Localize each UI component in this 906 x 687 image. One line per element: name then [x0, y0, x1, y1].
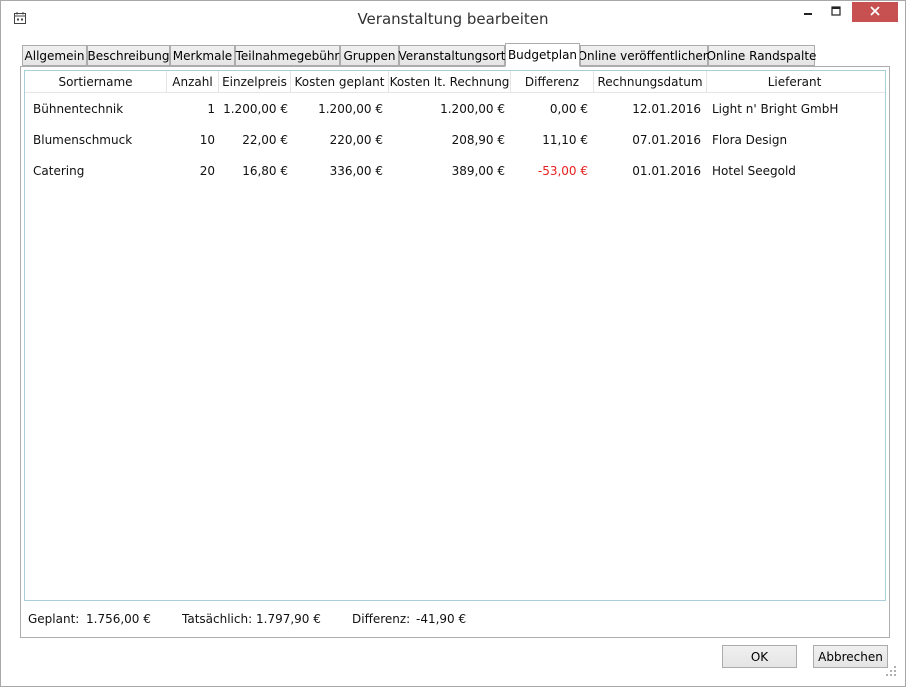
cell-lieferant: Flora Design: [712, 133, 788, 147]
cell-rechnungsdatum: 01.01.2016: [632, 164, 701, 178]
cell-sortiername: Blumenschmuck: [33, 133, 133, 147]
minimize-button[interactable]: [794, 2, 822, 22]
maximize-button[interactable]: [822, 2, 850, 22]
cell-differenz: -53,00 €: [537, 164, 588, 178]
geplant-label: Geplant:: [28, 612, 80, 626]
table-row[interactable]: Catering 20 16,80 € 336,00 € 389,00 € -5…: [25, 156, 885, 187]
resize-grip-icon[interactable]: [883, 663, 897, 677]
column-header-kosten-geplant[interactable]: Kosten geplant: [291, 71, 389, 93]
cell-lieferant: Light n' Bright GmbH: [712, 102, 839, 116]
column-header-rechnungsdatum[interactable]: Rechnungsdatum: [594, 71, 707, 93]
cell-kosten-rechnung: 1.200,00 €: [440, 102, 505, 116]
budget-summary: Geplant: 1.756,00 € Tatsächlich: 1.797,9…: [21, 612, 889, 630]
cell-sortiername: Catering: [33, 164, 85, 178]
cell-rechnungsdatum: 07.01.2016: [632, 133, 701, 147]
budgetplan-panel: Sortiername Anzahl Einzelpreis Kosten ge…: [20, 66, 890, 638]
cell-kosten-geplant: 220,00 €: [329, 133, 383, 147]
tab-merkmale[interactable]: Merkmale: [170, 45, 235, 66]
column-header-differenz[interactable]: Differenz: [511, 71, 594, 93]
column-header-sortiername[interactable]: Sortiername: [25, 71, 167, 93]
close-button[interactable]: [852, 2, 898, 22]
column-header-anzahl[interactable]: Anzahl: [167, 71, 219, 93]
tab-online-veroeffentlichen[interactable]: Online veröffentlichen: [578, 45, 710, 66]
cell-differenz: 0,00 €: [549, 102, 588, 116]
ok-button[interactable]: OK: [722, 645, 797, 668]
tatsaechlich-value: 1.797,90 €: [256, 612, 321, 626]
cancel-button[interactable]: Abbrechen: [813, 645, 888, 668]
close-icon: [870, 5, 880, 19]
tab-budgetplan[interactable]: Budgetplan: [505, 43, 580, 67]
window-title: Veranstaltung bearbeiten: [357, 10, 549, 28]
column-header-einzelpreis[interactable]: Einzelpreis: [219, 71, 291, 93]
tab-teilnahmegebuehr[interactable]: Teilnahmegebühr: [235, 45, 340, 66]
dialog-window: Veranstaltung bearbeiten Allgemein Besch…: [0, 0, 906, 687]
cell-einzelpreis: 22,00 €: [242, 133, 288, 147]
cell-sortiername: Bühnentechnik: [33, 102, 124, 116]
cell-einzelpreis: 1.200,00 €: [223, 102, 288, 116]
tab-veranstaltungsort[interactable]: Veranstaltungsort: [399, 45, 505, 66]
table-row[interactable]: Blumenschmuck 10 22,00 € 220,00 € 208,90…: [25, 125, 885, 156]
title-bar[interactable]: Veranstaltung bearbeiten: [1, 1, 905, 37]
grid-header: Sortiername Anzahl Einzelpreis Kosten ge…: [25, 71, 885, 93]
cell-kosten-geplant: 1.200,00 €: [318, 102, 383, 116]
cell-rechnungsdatum: 12.01.2016: [632, 102, 701, 116]
cell-kosten-rechnung: 389,00 €: [451, 164, 505, 178]
cell-kosten-geplant: 336,00 €: [329, 164, 383, 178]
cell-einzelpreis: 16,80 €: [242, 164, 288, 178]
tab-beschreibung[interactable]: Beschreibung: [87, 45, 170, 66]
cell-kosten-rechnung: 208,90 €: [451, 133, 505, 147]
tab-online-randspalte[interactable]: Online Randspalte: [707, 45, 816, 66]
column-header-lieferant[interactable]: Lieferant: [707, 71, 882, 93]
tab-allgemein[interactable]: Allgemein: [22, 45, 87, 66]
cell-lieferant: Hotel Seegold: [712, 164, 796, 178]
tatsaechlich-label: Tatsächlich:: [182, 612, 253, 626]
cell-anzahl: 10: [199, 133, 215, 147]
cell-anzahl: 1: [207, 102, 215, 116]
tab-gruppen[interactable]: Gruppen: [340, 45, 399, 66]
minimize-icon: [803, 5, 813, 19]
table-row[interactable]: Bühnentechnik 1 1.200,00 € 1.200,00 € 1.…: [25, 94, 885, 125]
cell-anzahl: 20: [199, 164, 215, 178]
budget-grid[interactable]: Sortiername Anzahl Einzelpreis Kosten ge…: [24, 70, 886, 601]
maximize-icon: [831, 5, 841, 19]
differenz-label: Differenz:: [352, 612, 411, 626]
differenz-value: -41,90 €: [416, 612, 467, 626]
cell-differenz: 11,10 €: [542, 133, 588, 147]
column-header-kosten-rechnung[interactable]: Kosten lt. Rechnung: [389, 71, 511, 93]
geplant-value: 1.756,00 €: [86, 612, 151, 626]
